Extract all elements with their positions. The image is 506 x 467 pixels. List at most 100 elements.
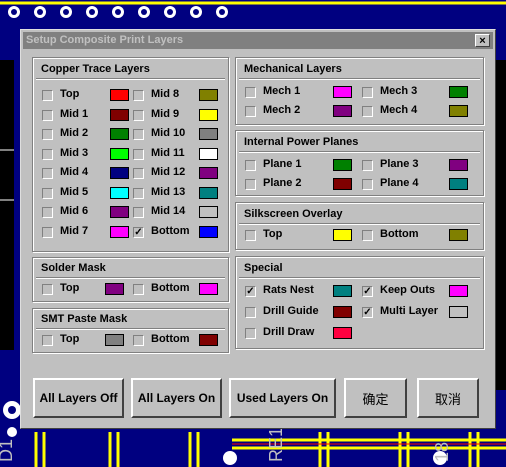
layer-label: Bottom — [380, 228, 419, 240]
layer-color-swatch[interactable] — [110, 206, 129, 218]
layer-color-swatch[interactable] — [199, 167, 218, 179]
layer-label: Mech 4 — [380, 104, 418, 116]
group-title: Mechanical Layers — [244, 63, 342, 75]
layer-color-swatch[interactable] — [199, 147, 218, 160]
layer-color-swatch[interactable] — [333, 105, 352, 117]
layer-checkbox[interactable] — [133, 187, 144, 199]
title-bar[interactable]: Setup Composite Print Layers × — [23, 32, 493, 49]
all-layers-on-button[interactable]: All Layers On — [131, 378, 222, 418]
layer-label: Mid 4 — [60, 166, 89, 178]
layer-color-swatch[interactable] — [110, 108, 129, 121]
layer-checkbox[interactable] — [42, 148, 53, 160]
layer-checkbox[interactable]: ✓ — [362, 307, 373, 318]
layer-color-swatch[interactable] — [199, 128, 218, 140]
layer-color-swatch[interactable] — [333, 285, 352, 297]
layer-color-swatch[interactable] — [449, 306, 468, 318]
layer-color-swatch[interactable] — [449, 285, 468, 297]
layer-checkbox[interactable] — [133, 168, 144, 179]
layer-checkbox[interactable] — [362, 106, 373, 117]
ok-button[interactable]: 确定 — [344, 378, 407, 418]
layer-checkbox[interactable] — [133, 335, 144, 346]
layer-label: Plane 2 — [263, 177, 302, 189]
layer-color-swatch[interactable] — [199, 206, 218, 218]
group-divider — [239, 78, 480, 80]
layer-label: Bottom — [151, 333, 190, 345]
layer-label: Mid 1 — [60, 107, 89, 120]
layer-color-swatch[interactable] — [449, 105, 468, 117]
layer-color-swatch[interactable] — [110, 89, 129, 101]
layer-color-swatch[interactable] — [199, 283, 218, 295]
layer-color-swatch[interactable] — [199, 225, 218, 238]
layer-checkbox[interactable] — [42, 90, 53, 101]
layer-checkbox[interactable] — [362, 160, 373, 171]
layer-label: Mid 2 — [60, 127, 89, 139]
layer-color-swatch[interactable] — [105, 283, 124, 295]
layer-checkbox[interactable] — [42, 207, 53, 218]
layer-checkbox[interactable] — [245, 87, 256, 98]
layer-label: Mid 10 — [151, 127, 186, 139]
layer-checkbox[interactable] — [42, 109, 53, 121]
layer-checkbox[interactable] — [42, 187, 53, 199]
layer-checkbox[interactable] — [133, 129, 144, 140]
layer-color-swatch[interactable] — [333, 178, 352, 190]
layer-color-swatch[interactable] — [105, 334, 124, 346]
layer-label: Bottom — [151, 224, 190, 237]
layer-checkbox[interactable] — [362, 230, 373, 241]
layer-color-swatch[interactable] — [333, 86, 352, 98]
layer-color-swatch[interactable] — [333, 306, 352, 318]
layer-checkbox[interactable] — [245, 160, 256, 171]
layer-label: Mech 3 — [380, 85, 418, 97]
layer-color-swatch[interactable] — [110, 186, 129, 199]
layer-checkbox[interactable] — [245, 328, 256, 339]
layer-checkbox[interactable] — [42, 129, 53, 140]
layer-color-swatch[interactable] — [110, 128, 129, 140]
layer-label: Bottom — [151, 282, 190, 294]
layer-label: Drill Draw — [263, 326, 315, 338]
designator-label: D1 — [0, 439, 16, 462]
layer-color-swatch[interactable] — [110, 147, 129, 160]
layer-color-swatch[interactable] — [333, 159, 352, 171]
layer-checkbox[interactable] — [133, 90, 144, 101]
layer-color-swatch[interactable] — [199, 89, 218, 101]
special-group: Special ✓ Rats Nest ✓ Keep Outs Drill Guide ✓… — [235, 256, 484, 349]
layer-checkbox[interactable] — [362, 179, 373, 190]
layer-checkbox[interactable] — [42, 226, 53, 238]
layer-color-swatch[interactable] — [333, 327, 352, 339]
layer-checkbox[interactable]: ✓ — [362, 286, 373, 297]
all-layers-off-button[interactable]: All Layers Off — [33, 378, 124, 418]
layer-checkbox[interactable] — [133, 109, 144, 121]
layer-checkbox[interactable] — [245, 106, 256, 117]
layer-checkbox[interactable] — [42, 335, 53, 346]
layer-color-swatch[interactable] — [333, 229, 352, 241]
layer-checkbox[interactable] — [245, 307, 256, 318]
layer-checkbox[interactable] — [133, 284, 144, 295]
layer-checkbox[interactable]: ✓ — [133, 226, 144, 238]
layer-color-swatch[interactable] — [449, 229, 468, 241]
layer-label: Top — [60, 88, 80, 100]
layer-checkbox[interactable] — [42, 168, 53, 179]
layer-color-swatch[interactable] — [110, 167, 129, 179]
layer-checkbox[interactable] — [42, 284, 53, 295]
used-layers-on-button[interactable]: Used Layers On — [229, 378, 336, 418]
layer-checkbox[interactable] — [362, 87, 373, 98]
layer-label: Rats Nest — [263, 284, 314, 296]
layer-checkbox[interactable]: ✓ — [245, 286, 256, 297]
designator-label: RE1 — [266, 427, 286, 462]
layer-label: Mech 1 — [263, 85, 301, 97]
layer-color-swatch[interactable] — [110, 225, 129, 238]
cancel-button[interactable]: 取消 — [417, 378, 479, 418]
close-button[interactable]: × — [475, 34, 490, 47]
group-title: Special — [244, 262, 283, 274]
layer-color-swatch[interactable] — [199, 186, 218, 199]
layer-color-swatch[interactable] — [449, 159, 468, 171]
layer-checkbox[interactable] — [245, 179, 256, 190]
layer-checkbox[interactable] — [133, 207, 144, 218]
layer-color-swatch[interactable] — [199, 108, 218, 121]
group-title: Silkscreen Overlay — [244, 208, 343, 220]
layer-color-swatch[interactable] — [199, 334, 218, 346]
layer-checkbox[interactable] — [245, 230, 256, 241]
layer-color-swatch[interactable] — [449, 178, 468, 190]
layer-checkbox[interactable] — [133, 148, 144, 160]
solder-mask-group: Solder Mask Top Bottom — [32, 257, 229, 302]
layer-color-swatch[interactable] — [449, 86, 468, 98]
